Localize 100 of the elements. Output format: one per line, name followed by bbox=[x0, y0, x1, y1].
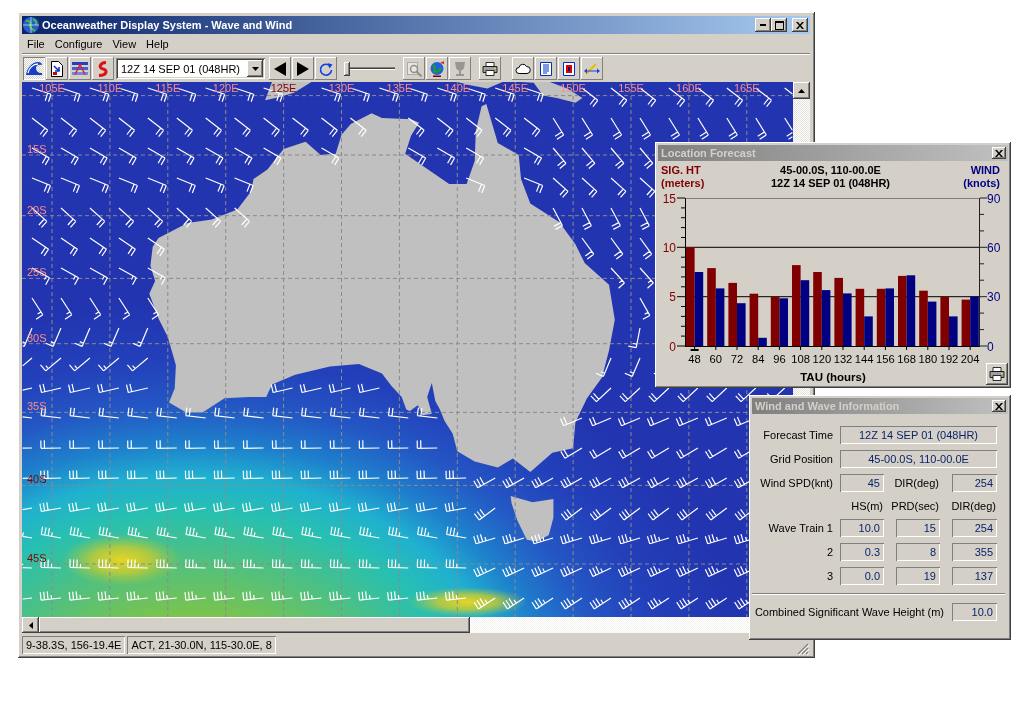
menu-item[interactable]: Configure bbox=[49, 36, 108, 52]
toolbar-button[interactable] bbox=[558, 57, 580, 80]
latitude-label: 20S bbox=[27, 203, 47, 216]
category-label: 108 bbox=[791, 353, 810, 365]
status-text: 9-38.3S, 156-19.4E bbox=[22, 636, 126, 654]
axis-tick-label: 90 bbox=[987, 192, 1001, 206]
document-icon bbox=[540, 61, 552, 76]
longitude-label: 110E bbox=[97, 82, 123, 94]
location-coordinates: 45-00.0S, 110-00.0E bbox=[780, 164, 881, 177]
previous-button[interactable] bbox=[269, 57, 291, 80]
next-button[interactable] bbox=[292, 57, 314, 80]
axis-tick-label: 30 bbox=[987, 290, 1001, 305]
grid-position-field: 45-00.0S, 110-00.0E bbox=[840, 450, 997, 468]
menu-item[interactable]: View bbox=[107, 36, 142, 52]
close-icon bbox=[995, 149, 1003, 157]
menu-item[interactable]: Help bbox=[141, 36, 174, 52]
field-label: Combined Significant Wave Height (m) bbox=[754, 606, 945, 618]
category-label: 120 bbox=[812, 353, 832, 365]
axis-tick-label: 60 bbox=[987, 240, 1001, 255]
up-triangle-icon bbox=[798, 88, 805, 93]
axis-unit: (knots) bbox=[963, 177, 1000, 190]
dropdown-button[interactable] bbox=[247, 60, 263, 77]
axis-tick-label: 0 bbox=[669, 339, 676, 354]
replay-button[interactable] bbox=[315, 57, 337, 80]
minimize-icon bbox=[760, 24, 766, 26]
wave-direction-field: 254 bbox=[952, 519, 997, 537]
scrollbar-thumb[interactable] bbox=[39, 617, 470, 633]
longitude-label: 135E bbox=[386, 82, 413, 94]
double-arrow-icon bbox=[584, 62, 600, 75]
wave-direction-field: 137 bbox=[952, 567, 997, 585]
column-header: PRD(sec) bbox=[891, 500, 940, 513]
slider-thumb[interactable] bbox=[344, 62, 350, 76]
toolbar-button[interactable] bbox=[23, 57, 45, 80]
left-triangle-icon bbox=[28, 621, 33, 629]
left-triangle-icon bbox=[274, 61, 286, 76]
axis-title: WIND bbox=[970, 164, 1000, 177]
axis-tick-label: 5 bbox=[669, 290, 676, 305]
print-button[interactable] bbox=[986, 363, 1008, 385]
toolbar-button[interactable] bbox=[479, 57, 501, 80]
swirl-icon bbox=[96, 60, 110, 77]
landmass bbox=[265, 82, 312, 101]
category-label: 72 bbox=[730, 353, 744, 365]
toolbar-button[interactable] bbox=[581, 57, 603, 80]
window-title: Location Forecast bbox=[661, 147, 757, 159]
resize-grip-icon[interactable] bbox=[797, 643, 809, 655]
printer-icon bbox=[989, 367, 1005, 381]
menu-item[interactable]: File bbox=[22, 36, 50, 52]
longitude-label: 155E bbox=[618, 82, 644, 94]
page-arrow-icon bbox=[50, 60, 64, 77]
time-dropdown[interactable]: 12Z 14 SEP 01 (048HR) bbox=[116, 58, 265, 79]
close-button[interactable] bbox=[792, 18, 808, 32]
field-label: Grid Position bbox=[770, 453, 834, 465]
axis-title: TAU (hours) bbox=[800, 371, 866, 383]
latitude-label: 30S bbox=[27, 331, 47, 344]
field-label: Forecast Time bbox=[763, 429, 834, 441]
category-label: 180 bbox=[918, 353, 938, 365]
longitude-label: 105E bbox=[39, 82, 65, 94]
window-title: Oceanweather Display System - Wave and Wind bbox=[42, 19, 294, 31]
right-triangle-icon bbox=[297, 61, 309, 76]
category-label: 60 bbox=[709, 353, 723, 365]
toolbar-button[interactable] bbox=[46, 57, 68, 80]
maximize-icon bbox=[774, 20, 784, 30]
wave-period-field: 8 bbox=[896, 543, 940, 561]
axis-tick-label: 0 bbox=[987, 339, 994, 354]
printer-icon bbox=[482, 61, 498, 76]
column-header: DIR(deg) bbox=[951, 500, 997, 513]
scroll-up-button[interactable] bbox=[793, 82, 810, 99]
toolbar-button[interactable] bbox=[69, 57, 91, 80]
latitude-label: 45S bbox=[27, 552, 47, 564]
wave-icon bbox=[26, 62, 42, 75]
close-button[interactable] bbox=[992, 147, 1006, 159]
toolbar-button[interactable] bbox=[512, 57, 534, 80]
wave-height-field: 0.0 bbox=[840, 567, 884, 585]
forecast-time: 12Z 14 SEP 01 (048HR) bbox=[771, 177, 890, 190]
field-label: DIR(deg) bbox=[894, 477, 940, 489]
toolbar-button[interactable] bbox=[535, 57, 557, 80]
axis-tick-label: 15 bbox=[662, 192, 676, 206]
category-label: 168 bbox=[897, 353, 916, 365]
status-text: ACT, 21-30.0N, 115-30.0E, 8 bbox=[127, 636, 276, 654]
wind-speed-field: 45 bbox=[840, 474, 884, 492]
maximize-button[interactable] bbox=[771, 18, 787, 32]
latitude-label: 35S bbox=[27, 400, 47, 413]
row-label: 2 bbox=[826, 546, 834, 558]
field-label: Wind SPD(knt) bbox=[760, 477, 834, 489]
close-button[interactable] bbox=[992, 400, 1006, 412]
longitude-label: 160E bbox=[676, 82, 702, 94]
category-label: 204 bbox=[960, 353, 980, 365]
longitude-label: 125E bbox=[270, 82, 297, 94]
longitude-label: 120E bbox=[212, 82, 239, 94]
landmass bbox=[510, 496, 554, 542]
globe-icon bbox=[23, 17, 39, 33]
wave-height-field: 10.0 bbox=[840, 519, 884, 537]
category-label: 144 bbox=[854, 353, 874, 365]
category-label: 192 bbox=[939, 353, 959, 365]
latitude-label: 40S bbox=[27, 473, 47, 486]
scroll-left-button[interactable] bbox=[22, 617, 39, 633]
minimize-button[interactable] bbox=[755, 18, 771, 32]
longitude-label: 165E bbox=[733, 82, 760, 94]
wave-height-field: 0.3 bbox=[840, 543, 884, 561]
caret-icon bbox=[251, 66, 259, 71]
